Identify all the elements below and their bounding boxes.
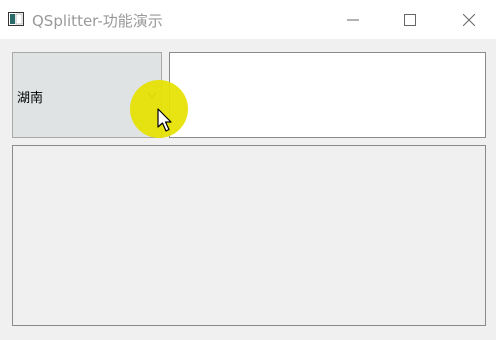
combobox-selected-value: 湖南 xyxy=(17,91,44,106)
app-window-icon xyxy=(8,12,24,26)
title-bar: QSplitter-功能演示 xyxy=(0,0,496,39)
top-right-text-edit[interactable] xyxy=(169,52,486,138)
chevron-down-icon[interactable] xyxy=(146,89,158,101)
close-button[interactable] xyxy=(446,0,492,39)
window-title: QSplitter-功能演示 xyxy=(32,12,163,30)
main-window: QSplitter-功能演示 湖南 xyxy=(0,0,496,340)
bottom-frame xyxy=(12,145,486,326)
maximize-button[interactable] xyxy=(387,0,433,39)
maximize-icon xyxy=(404,13,416,26)
close-icon xyxy=(463,13,475,26)
minimize-button[interactable] xyxy=(330,0,376,39)
minimize-icon xyxy=(347,19,359,20)
province-combobox[interactable]: 湖南 xyxy=(12,52,162,138)
